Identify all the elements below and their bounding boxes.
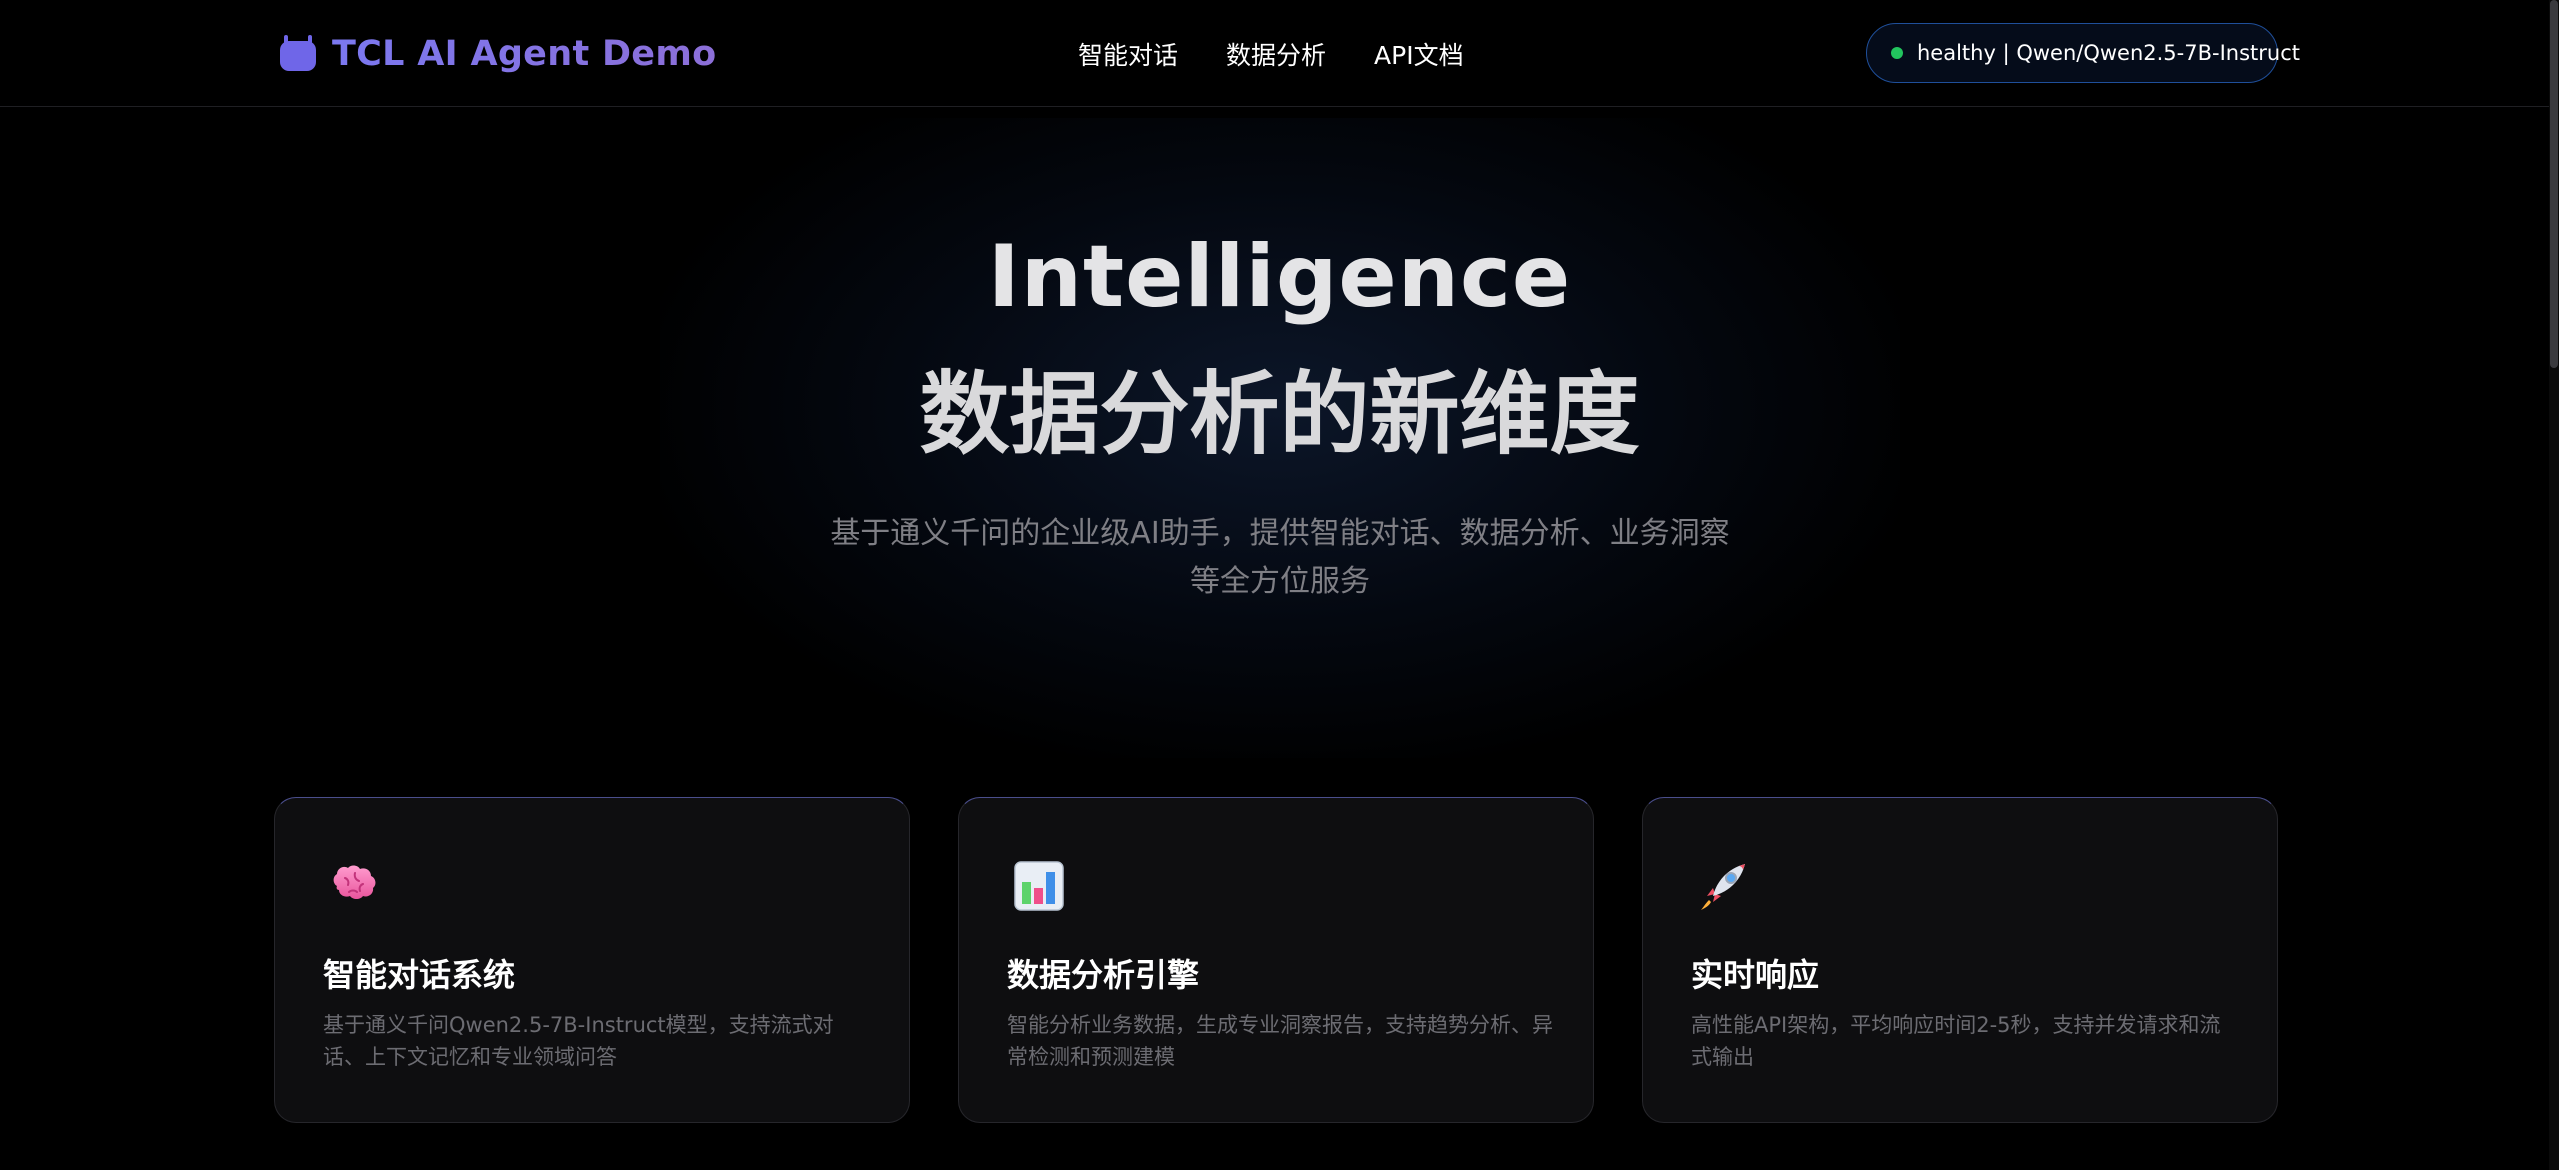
brand-name: TCL AI Agent Demo [332,34,717,74]
feature-description: 高性能API架构，平均响应时间2-5秒，支持并发请求和流式输出 [1691,1013,2221,1069]
feature-title: 智能对话系统 [323,956,516,994]
feature-title: 实时响应 [1691,956,1820,994]
model-status-badge: healthy | Qwen/Qwen2.5-7B-Instruct [1866,23,2300,83]
brain-icon [327,858,383,914]
hero-subtitle: 基于通义千问的企业级AI助手，提供智能对话、数据分析、业务洞察等全方位服务 [830,516,1730,599]
feature-card-realtime[interactable]: 实时响应 高性能API架构，平均响应时间2-5秒，支持并发请求和流式输出 [1642,797,2278,1123]
top-navbar: TCL AI Agent Demo 智能对话 数据分析 API文档 health… [0,0,2559,107]
robot-icon [278,35,318,73]
feature-card-chat[interactable]: 智能对话系统 基于通义千问Qwen2.5-7B-Instruct模型，支持流式对… [274,797,910,1123]
feature-cards: 智能对话系统 基于通义千问Qwen2.5-7B-Instruct模型，支持流式对… [274,797,2278,1123]
brand-logo-link[interactable]: TCL AI Agent Demo [278,30,716,78]
feature-description: 基于通义千问Qwen2.5-7B-Instruct模型，支持流式对话、上下文记忆… [323,1013,834,1069]
page-scrollbar[interactable] [2549,0,2559,1170]
hero-title-chinese: 数据分析的新维度 [919,362,1640,467]
feature-card-analysis[interactable]: 数据分析引擎 智能分析业务数据，生成专业洞察报告，支持趋势分析、异常检测和预测建… [958,797,1594,1123]
nav-link-analysis[interactable]: 数据分析 [1226,36,1326,72]
nav-link-chat[interactable]: 智能对话 [1078,36,1178,72]
hero-section: Intelligence 数据分析的新维度 基于通义千问的企业级AI助手，提供智… [0,108,2559,758]
rocket-icon [1695,858,1751,914]
nav-link-api-docs[interactable]: API文档 [1374,36,1464,72]
bar-chart-icon [1011,858,1067,914]
main-nav: 智能对话 数据分析 API文档 [1078,34,1464,74]
status-text: healthy | Qwen/Qwen2.5-7B-Instruct [1917,41,2300,65]
feature-title: 数据分析引擎 [1007,956,1200,994]
scrollbar-thumb[interactable] [2550,0,2558,368]
feature-description: 智能分析业务数据，生成专业洞察报告，支持趋势分析、异常检测和预测建模 [1007,1013,1553,1069]
status-indicator-dot [1891,47,1903,59]
hero-title-english: Intelligence [987,227,1572,327]
